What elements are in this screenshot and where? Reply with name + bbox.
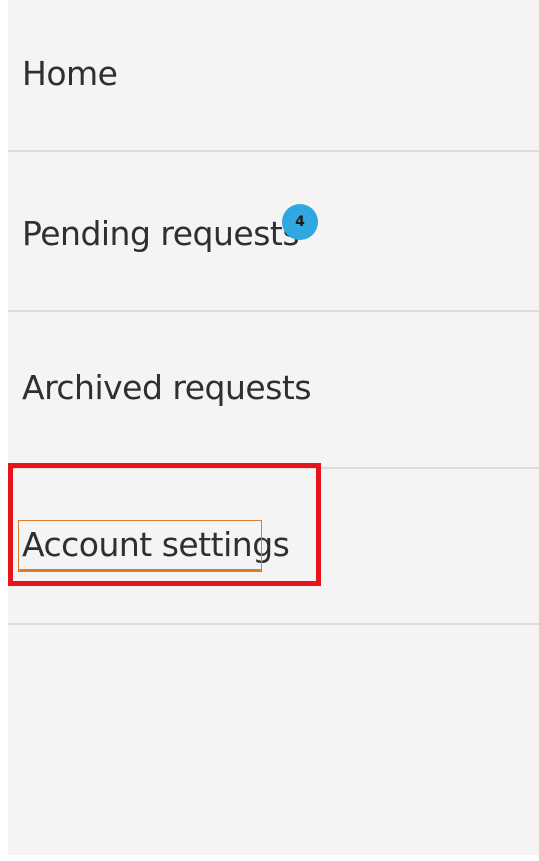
divider [8,623,539,625]
pending-count-badge: 4 [282,204,318,240]
nav-item-label: Home [22,54,118,93]
nav-item-archived-requests[interactable]: Archived requests [0,312,531,466]
nav-item-label: Pending requests [22,214,300,253]
nav-item-pending-requests[interactable]: Pending requests [0,152,531,306]
highlight-annotation-box [8,463,321,586]
nav-item-label: Archived requests [22,368,312,407]
nav-item-home[interactable]: Home [0,0,531,154]
